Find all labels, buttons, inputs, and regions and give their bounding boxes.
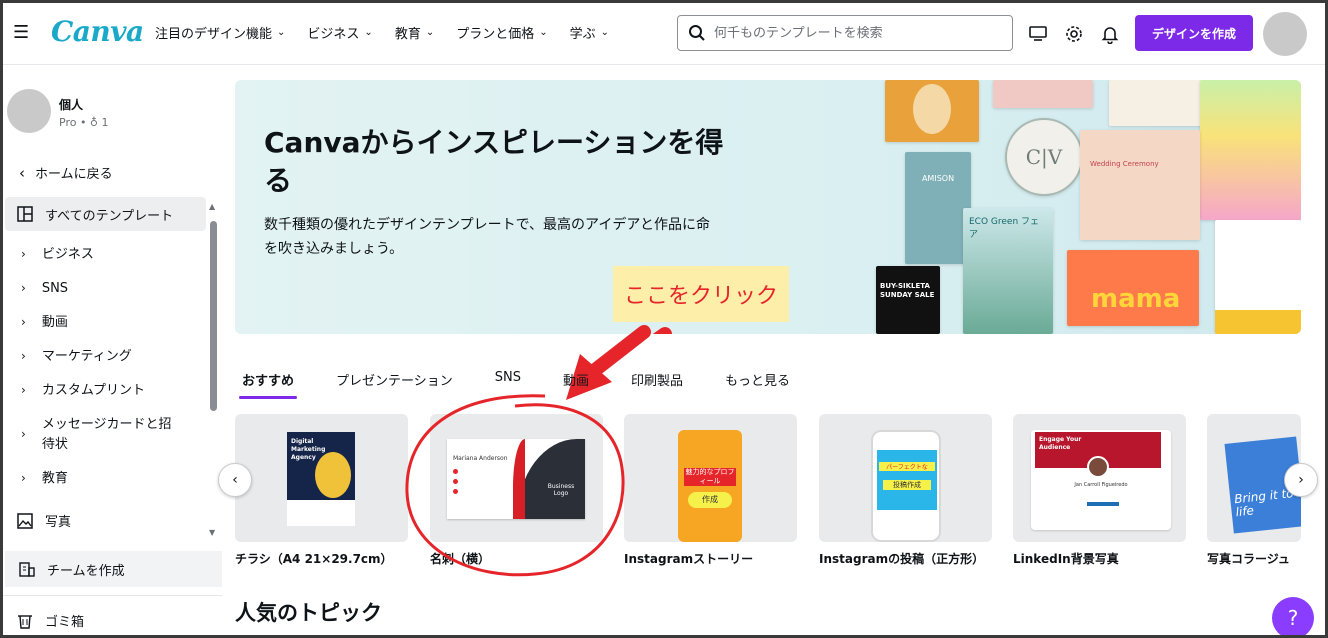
chevron-right-icon: › — [1298, 472, 1304, 488]
search-bar[interactable] — [677, 15, 1013, 51]
collage-tile-sale: BUY-SIKLETA SUNDAY SALE — [876, 266, 940, 334]
search-icon — [689, 25, 705, 41]
team-name: 個人 — [59, 98, 84, 112]
tab-sns[interactable]: SNS — [495, 370, 521, 389]
collage-tile-spanish-poster — [1200, 80, 1301, 220]
sidebar-item-education[interactable]: › 教育 — [21, 469, 182, 489]
collage-tile-eco: ECO Green フェア — [963, 208, 1053, 334]
scroll-down-arrow[interactable]: ▼ — [209, 528, 215, 537]
red-arrow-annotation — [652, 327, 672, 334]
collage-tile-amison: AMISON — [905, 152, 971, 264]
chevron-down-icon: ⌄ — [539, 27, 548, 38]
desktop-icon[interactable] — [1027, 23, 1049, 45]
chevron-right-icon: › — [21, 349, 26, 363]
tab-print[interactable]: 印刷製品 — [631, 370, 683, 389]
tab-more[interactable]: もっと見る — [725, 370, 790, 389]
card-label: Instagramの投稿（正方形） — [819, 552, 985, 566]
chevron-down-icon: ⌄ — [425, 27, 435, 38]
chevron-down-icon: ⌄ — [364, 27, 373, 38]
nav-business[interactable]: ビジネス ⌄ — [307, 23, 372, 42]
template-card-linkedin-banner[interactable]: Engage Your Audience Jan Carroll Figueir… — [1013, 414, 1186, 567]
sidebar-item-all-templates[interactable]: すべてのテンプレート — [5, 197, 206, 231]
tab-presentation[interactable]: プレゼンテーション — [336, 370, 453, 389]
sidebar-item-cards-invitations[interactable]: › メッセージカードと招待状 — [21, 415, 182, 455]
help-button[interactable]: ? — [1272, 597, 1314, 638]
card-label: 写真コラージュ — [1207, 552, 1290, 566]
carousel-prev-button[interactable]: ‹ — [218, 463, 252, 497]
photo-icon — [17, 512, 33, 529]
chevron-left-icon: ‹ — [19, 163, 25, 182]
tab-recommended[interactable]: おすすめ — [238, 370, 298, 399]
nav-learn[interactable]: 学ぶ ⌄ — [570, 23, 609, 42]
hero-description: 数千種類の優れたデザインテンプレートで、最高のアイデアと作品に命を吹き込みましょ… — [264, 217, 711, 257]
template-grid-icon — [17, 206, 33, 222]
template-card-business-card[interactable]: Mariana Anderson Business Logo 名刺（横） — [430, 414, 603, 567]
building-icon — [19, 562, 35, 577]
card-thumbnail[interactable]: 魅力的なプロフィール 作成 — [624, 414, 797, 542]
click-here-callout: ここをクリック — [613, 266, 789, 322]
hero-title: Canvaからインスピレーションを得る — [264, 126, 724, 197]
collage-tile-pink — [1109, 80, 1204, 126]
category-tabs: おすすめ プレゼンテーション SNS 動画 印刷製品 もっと見る — [238, 370, 832, 399]
collage-tile-mama: mama — [1067, 250, 1199, 326]
collage-tile-resume — [1215, 220, 1301, 334]
template-card-instagram-story[interactable]: 魅力的なプロフィール 作成 Instagramストーリー — [624, 414, 797, 567]
carousel-next-button[interactable]: › — [1284, 463, 1318, 497]
template-card-flyer[interactable]: Digital Marketing Agency チラシ（A4 21×29.7c… — [235, 414, 408, 567]
trash-icon — [18, 614, 32, 629]
chevron-left-icon: ‹ — [232, 472, 238, 488]
nav-education[interactable]: 教育 ⌄ — [395, 23, 434, 42]
sidebar-item-video[interactable]: › 動画 — [21, 313, 182, 333]
sidebar-item-photos[interactable]: 写真 — [17, 511, 71, 530]
create-team-button[interactable]: チームを作成 — [5, 551, 222, 587]
popular-topics-heading: 人気のトピック — [235, 601, 382, 625]
chevron-down-icon: ⌄ — [277, 27, 286, 38]
template-card-instagram-post[interactable]: パーフェクトな 投稿作成 Instagramの投稿（正方形） — [819, 414, 992, 567]
chevron-right-icon: › — [21, 247, 26, 261]
scroll-up-arrow[interactable]: ▲ — [209, 202, 215, 211]
card-label: 名刺（横） — [430, 552, 491, 566]
chevron-down-icon: ⌄ — [600, 27, 610, 38]
sidebar-divider — [3, 595, 222, 596]
avatar[interactable] — [1263, 12, 1307, 56]
chevron-right-icon: › — [21, 315, 26, 329]
chevron-right-icon: › — [21, 383, 26, 397]
sidebar-item-sns[interactable]: › SNS — [21, 279, 182, 299]
gear-icon[interactable] — [1063, 23, 1085, 45]
sidebar-item-business[interactable]: › ビジネス — [21, 245, 182, 265]
nav-featured[interactable]: 注目のデザイン機能 ⌄ — [155, 23, 285, 42]
chevron-right-icon: › — [21, 281, 26, 295]
card-thumbnail[interactable]: パーフェクトな 投稿作成 — [819, 414, 992, 542]
sidebar-item-custom-print[interactable]: › カスタムプリント — [21, 381, 182, 401]
card-thumbnail[interactable]: Engage Your Audience Jan Carroll Figueir… — [1013, 414, 1186, 542]
card-label: チラシ（A4 21×29.7cm） — [235, 552, 393, 566]
card-thumbnail[interactable]: Digital Marketing Agency — [235, 414, 408, 542]
main-nav: 注目のデザイン機能 ⌄ ビジネス ⌄ 教育 ⌄ プランと価格 ⌄ 学ぶ ⌄ — [155, 23, 631, 42]
team-plan: Pro • ♁ 1 — [59, 116, 109, 129]
top-header: ☰ Canva 注目のデザイン機能 ⌄ ビジネス ⌄ 教育 ⌄ プランと価格 ⌄ 学ぶ ⌄… — [3, 3, 1325, 65]
card-label: Instagramストーリー — [624, 552, 754, 566]
collage-tile-cv-logo: C|V — [1005, 118, 1083, 196]
sidebar-item-marketing[interactable]: › マーケティング — [21, 347, 182, 367]
canva-logo[interactable]: Canva — [51, 15, 144, 48]
hero-banner: Canvaからインスピレーションを得る 数千種類の優れたデザインテンプレートで、… — [235, 80, 1301, 334]
sidebar-item-trash[interactable]: ゴミ箱 — [17, 611, 84, 630]
chevron-right-icon: › — [21, 427, 26, 441]
sidebar: 個人 Pro • ♁ 1 ‹ ホームに戻る すべてのテンプレート › ビジネス ›… — [3, 66, 222, 635]
sidebar-scrollbar[interactable] — [210, 221, 217, 411]
menu-icon[interactable]: ☰ — [13, 23, 29, 43]
search-input[interactable] — [714, 25, 994, 41]
card-thumbnail[interactable]: Mariana Anderson Business Logo — [430, 414, 603, 542]
back-home-link[interactable]: ‹ ホームに戻る — [19, 163, 113, 183]
team-avatar[interactable] — [7, 89, 51, 133]
tab-video[interactable]: 動画 — [563, 370, 589, 389]
collage-tile-pattern — [885, 80, 979, 142]
create-design-button[interactable]: デザインを作成 — [1135, 15, 1253, 51]
nav-pricing[interactable]: プランと価格 ⌄ — [456, 23, 547, 42]
collage-tile-wedding: Wedding Ceremony — [1080, 130, 1200, 240]
collage-tile-breakfast — [993, 80, 1093, 108]
chevron-right-icon: › — [21, 471, 26, 485]
card-label: LinkedIn背景写真 — [1013, 552, 1119, 566]
bell-icon[interactable] — [1099, 23, 1121, 45]
